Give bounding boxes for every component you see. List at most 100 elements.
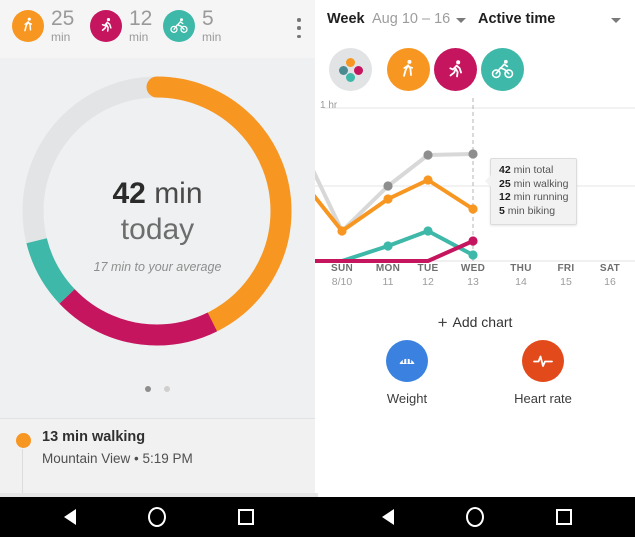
chevron-down-icon-metric[interactable] (611, 18, 621, 23)
recent-activity-card[interactable]: 13 min walking Mountain View • 5:19 PM (0, 418, 315, 497)
y-axis-label-1hr: 1 hr (320, 100, 338, 111)
biking-icon (491, 59, 514, 79)
back-triangle-icon[interactable] (381, 509, 394, 525)
filter-running[interactable] (434, 48, 477, 91)
point-total-wed (468, 149, 478, 159)
page-dot-2[interactable] (163, 385, 170, 392)
x-tick-thu-day: THU (510, 263, 532, 274)
tooltip-running-value: 12 (499, 191, 511, 203)
point-biking-mon (383, 241, 393, 251)
tooltip-line-biking: 5 min biking (499, 205, 568, 219)
running-icon (449, 60, 462, 78)
multi-dot-icon (338, 57, 363, 82)
chip-running-unit: min (129, 30, 149, 44)
android-navbar-right (318, 497, 635, 537)
period-label: Week (327, 11, 365, 27)
pulse-icon (533, 355, 553, 367)
chip-biking-value: 5 (202, 7, 214, 30)
point-total-mon (383, 181, 393, 191)
x-tick-wed-date: 13 (467, 276, 479, 288)
recents-square-icon[interactable] (555, 509, 572, 525)
activity-chip-row: 25 min 12 min 5 min (0, 0, 315, 58)
plus-icon: + (437, 313, 448, 332)
home-circle-icon[interactable] (465, 507, 484, 527)
right-panel-chart: Week Aug 10 – 16 Active time 1 hr 42 min… (315, 0, 635, 497)
shortcut-heart-rate[interactable]: Heart rate (483, 340, 603, 406)
activity-filter-row (315, 44, 635, 96)
x-tick-fri: FRI 15 (543, 263, 589, 288)
tooltip-total-label: min total (513, 164, 554, 176)
chart-svg (315, 98, 635, 263)
chip-running[interactable]: 12 min (90, 8, 152, 43)
daily-activity-donut[interactable]: 42 min today 17 min to your average (0, 58, 315, 418)
point-walking-mon (383, 194, 393, 204)
filter-all[interactable] (329, 48, 372, 91)
timeline-connector (22, 449, 23, 495)
metric-label: Active time (478, 11, 556, 27)
filter-walking[interactable] (387, 48, 430, 91)
x-tick-sun-date: 8/10 (331, 276, 353, 288)
left-panel-today: 25 min 12 min 5 min 42 min today 17 min … (0, 0, 315, 497)
chip-running-text: 12 min (129, 8, 152, 43)
point-total-tue (423, 150, 433, 160)
screenshot-root: 25 min 12 min 5 min 42 min today 17 min … (0, 0, 635, 537)
chip-running-value: 12 (129, 7, 153, 30)
chip-biking[interactable]: 5 min (163, 8, 221, 43)
back-triangle-icon[interactable] (64, 509, 76, 525)
walking-icon (403, 59, 414, 77)
chart-tooltip: 42 min total 25 min walking 12 min runni… (484, 158, 578, 225)
x-tick-sun: SUN 8/10 (319, 263, 365, 288)
x-tick-tue-date: 12 (422, 276, 434, 288)
scale-icon-circle (386, 340, 428, 382)
donut-svg (22, 76, 292, 346)
walking-icon-circle (12, 9, 44, 42)
shortcut-weight-label: Weight (386, 391, 428, 406)
x-tick-sun-day: SUN (330, 263, 353, 274)
x-tick-tue: TUE 12 (405, 263, 451, 288)
chip-walking-unit: min (51, 30, 71, 44)
scale-icon (399, 357, 415, 364)
tooltip-walking-label: min walking (513, 177, 569, 190)
tooltip-biking-value: 5 (499, 204, 505, 217)
recents-square-icon[interactable] (238, 509, 254, 525)
point-walking-tue (423, 175, 433, 185)
biking-icon-circle (163, 9, 195, 42)
x-tick-sat-date: 16 (604, 276, 616, 288)
tooltip-biking-label: min biking (507, 204, 556, 217)
activity-type-dot (16, 433, 31, 448)
x-tick-sat: SAT 16 (587, 263, 633, 288)
activity-subtitle: Mountain View • 5:19 PM (42, 451, 193, 466)
running-icon-circle (90, 9, 122, 42)
activity-title: 13 min walking (42, 429, 146, 445)
chart-header: Week Aug 10 – 16 Active time (315, 0, 635, 42)
add-chart-button[interactable]: + Add chart (315, 313, 635, 333)
chart-x-axis-labels: SUN 8/10 MON 11 TUE 12 WED 13 THU 14 FRI… (315, 263, 635, 295)
page-indicator[interactable] (0, 380, 315, 398)
home-circle-icon[interactable] (148, 507, 166, 527)
pulse-icon-circle (522, 340, 564, 382)
walking-icon (23, 17, 32, 32)
tooltip-line-walking: 25 min walking (499, 178, 568, 192)
chip-biking-text: 5 min (202, 8, 221, 43)
chip-walking-value: 25 (51, 7, 75, 30)
x-tick-fri-day: FRI (557, 263, 575, 274)
date-range-label: Aug 10 – 16 (372, 11, 451, 27)
chip-walking[interactable]: 25 min (12, 8, 74, 43)
tooltip-line-total: 42 min total (499, 164, 568, 178)
chevron-down-icon-period[interactable] (456, 18, 466, 23)
filter-biking[interactable] (481, 48, 524, 91)
point-running-wed (468, 236, 478, 246)
point-biking-wed (468, 250, 478, 260)
chip-walking-text: 25 min (51, 8, 74, 43)
x-tick-fri-date: 15 (560, 276, 572, 288)
shortcut-weight[interactable]: Weight (347, 340, 467, 406)
x-tick-tue-day: TUE (417, 263, 439, 274)
tooltip-running-label: min running (513, 191, 569, 203)
chip-biking-unit: min (202, 30, 222, 44)
page-dot-1[interactable] (145, 385, 152, 392)
point-walking-wed (468, 204, 478, 214)
shortcut-heart-rate-label: Heart rate (514, 391, 572, 406)
x-tick-thu-date: 14 (515, 276, 527, 288)
running-icon (101, 17, 112, 32)
more-options-icon[interactable] (297, 18, 301, 38)
